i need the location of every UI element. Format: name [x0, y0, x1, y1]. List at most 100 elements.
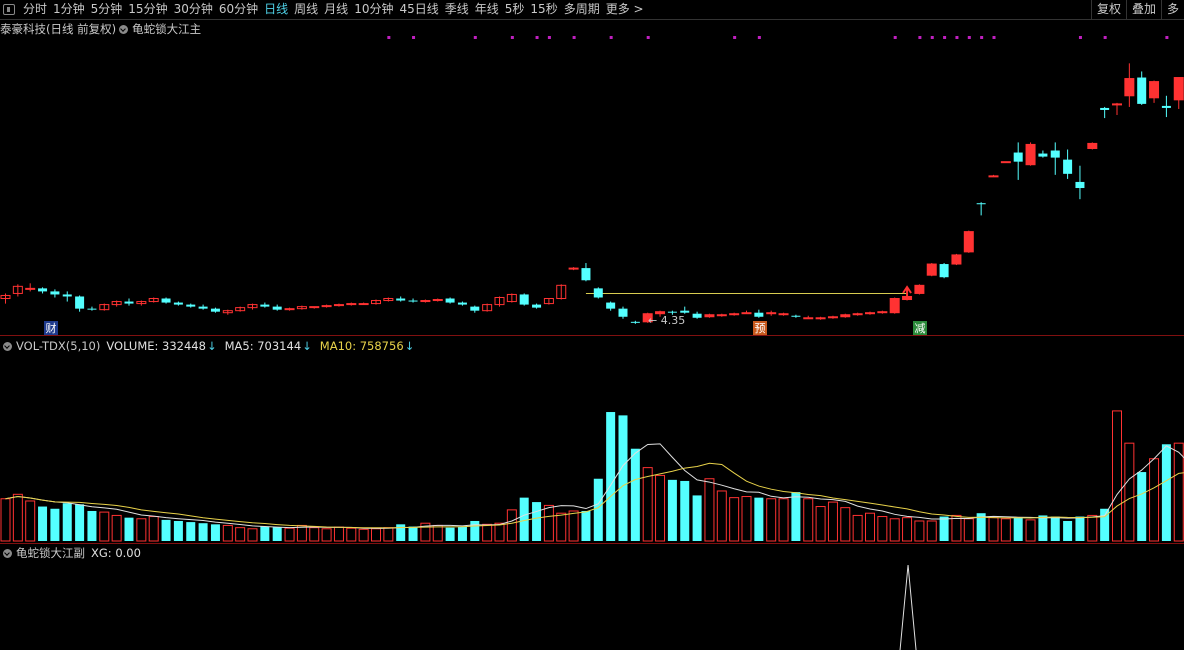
candle-body: [606, 302, 616, 309]
candle-body: [272, 306, 282, 310]
signal-dot: [930, 36, 934, 39]
volume-bar: [272, 527, 282, 541]
volume-bar: [38, 506, 48, 541]
signal-dot: [412, 36, 416, 39]
volume-bar: [408, 526, 418, 541]
volume-bar: [186, 522, 196, 541]
volume-bar: [766, 498, 777, 542]
volume-bar: [630, 448, 640, 541]
volume-bar: [902, 517, 913, 542]
volume-bar: [396, 524, 406, 541]
signal-dot: [943, 36, 947, 39]
signal-dot: [609, 36, 613, 39]
volume-bar: [457, 526, 467, 541]
volume-bar: [519, 497, 529, 541]
kline-chart[interactable]: ← 4.35 财 预 减: [0, 0, 1184, 650]
candle-body: [754, 312, 764, 317]
candle-body: [741, 312, 752, 315]
candle-body: [630, 321, 640, 323]
candle-body: [976, 203, 986, 205]
candle-body: [803, 317, 814, 320]
candle-body: [877, 311, 888, 314]
signal-dot: [572, 36, 576, 39]
candle-body: [988, 175, 999, 178]
volume-bar: [939, 516, 949, 541]
volume-bar: [346, 527, 357, 542]
volume-bar: [593, 478, 603, 541]
volume-bar: [680, 480, 690, 541]
volume-bar: [655, 474, 666, 542]
candle-body: [889, 298, 900, 314]
candle-body: [667, 311, 677, 313]
candle-body: [729, 313, 740, 316]
candle-body: [852, 313, 863, 316]
candle-body: [815, 317, 826, 320]
candle-body: [1087, 142, 1098, 149]
volume-bar: [333, 526, 344, 542]
signal-dot: [918, 36, 922, 39]
candle-body: [593, 288, 603, 298]
volume-bar: [791, 492, 801, 541]
volume-bar: [581, 510, 591, 541]
volume-bar: [1173, 442, 1184, 542]
candle-body: [791, 315, 801, 317]
volume-bar: [543, 504, 554, 542]
candle-body: [778, 313, 789, 316]
signal-dot: [1078, 36, 1082, 39]
candle-body: [161, 298, 171, 303]
volume-bar: [124, 517, 134, 541]
candles-layer: [0, 63, 1184, 324]
marker-yu: 预: [755, 322, 766, 335]
volume-bar: [50, 508, 60, 541]
signal-dot: [733, 36, 737, 39]
volume-bar: [840, 507, 851, 542]
volume-bar: [432, 524, 443, 542]
volume-bar: [889, 518, 900, 542]
candle-body: [951, 254, 962, 265]
signal-dots-layer: [387, 36, 1169, 39]
volume-bar: [222, 524, 233, 542]
volume-bar: [1124, 442, 1135, 542]
volume-bar: [111, 514, 122, 542]
candle-body: [680, 310, 690, 313]
candle-body: [470, 306, 480, 311]
volume-bar: [1112, 410, 1122, 542]
candle-body: [963, 231, 974, 253]
volume-bar: [1050, 516, 1060, 541]
candle-body: [62, 294, 72, 297]
candle-body: [618, 308, 628, 317]
volume-bar: [1149, 458, 1160, 542]
volume-bar: [494, 522, 505, 542]
candle-body: [1025, 143, 1036, 166]
candle-body: [198, 306, 208, 309]
volume-bar: [778, 498, 789, 542]
volume-bar: [556, 512, 567, 542]
candle-body: [210, 308, 220, 312]
signal-dot: [510, 36, 514, 39]
volume-bar: [1013, 517, 1023, 541]
volume-bars-layer: [0, 410, 1184, 542]
volume-bar: [704, 478, 715, 542]
volume-bar: [148, 516, 159, 542]
marker-cai: 财: [46, 321, 57, 335]
signal-dot: [893, 36, 897, 39]
volume-bar: [1000, 518, 1011, 542]
candle-body: [865, 312, 875, 315]
volume-bar: [358, 528, 369, 542]
candle-body: [173, 302, 183, 305]
volume-bar: [1038, 515, 1048, 541]
candle-body: [87, 308, 97, 310]
candle-body: [1063, 159, 1073, 174]
volume-bar: [568, 510, 579, 542]
volume-bar: [741, 496, 752, 542]
volume-bar: [642, 467, 653, 542]
volume-bar: [173, 520, 183, 541]
volume-bar: [827, 501, 838, 542]
volume-bar: [815, 506, 826, 542]
candle-body: [568, 267, 579, 270]
candle-body: [1173, 77, 1184, 101]
volume-bar: [716, 490, 727, 542]
candle-body: [1161, 105, 1171, 108]
volume-bar: [852, 514, 863, 542]
volume-bar: [198, 523, 208, 541]
